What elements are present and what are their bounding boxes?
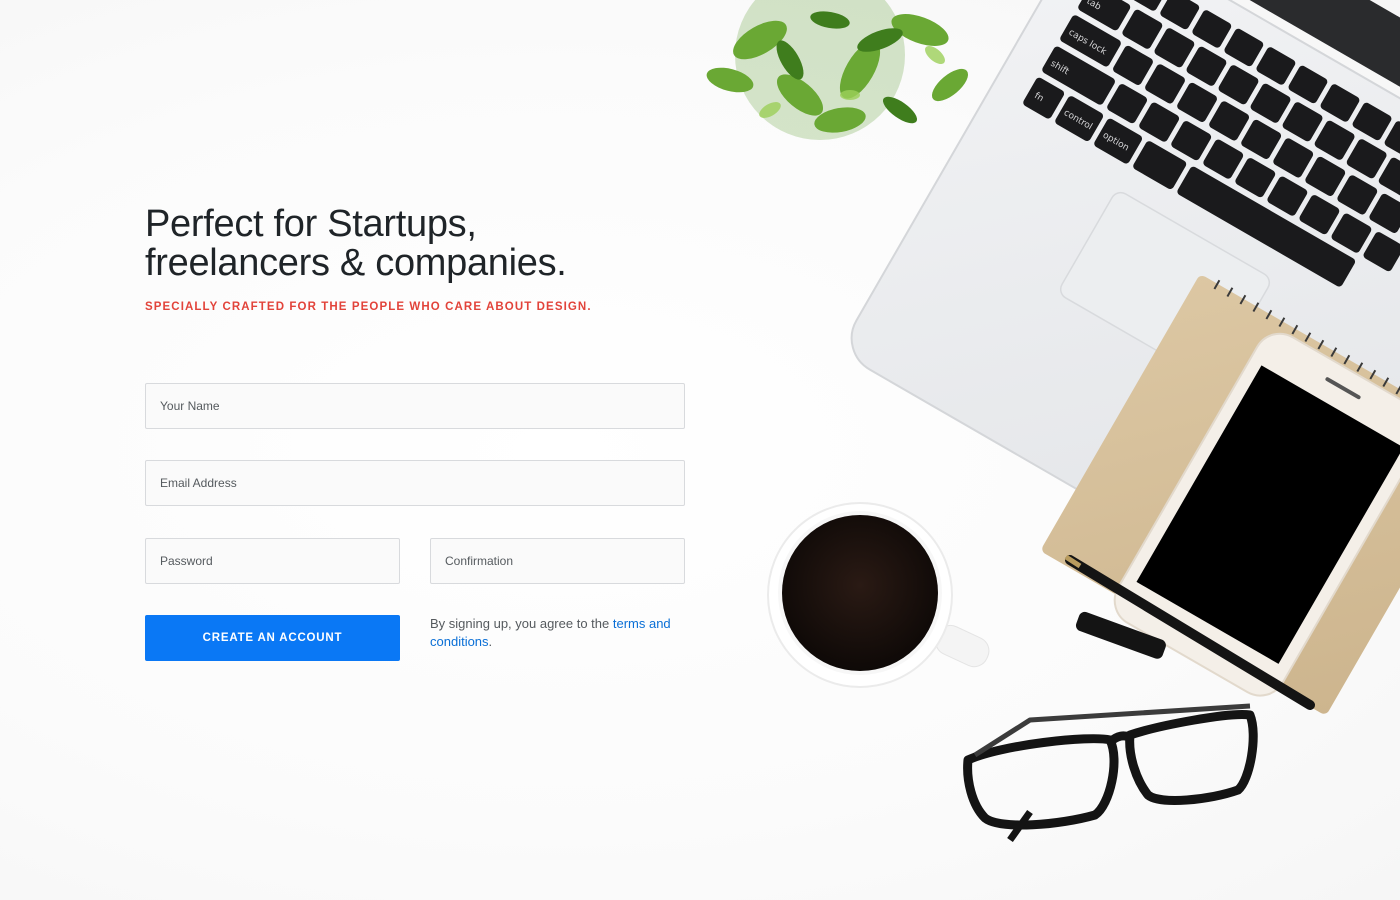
terms-prefix: By signing up, you agree to the bbox=[430, 616, 613, 631]
page-title: Perfect for Startups, freelancers & comp… bbox=[145, 205, 685, 283]
terms-suffix: . bbox=[488, 634, 493, 649]
headline-line-1: Perfect for Startups, bbox=[145, 203, 477, 245]
name-input[interactable] bbox=[145, 383, 685, 429]
eyeglasses-image bbox=[963, 703, 1258, 843]
password-input[interactable] bbox=[145, 538, 400, 584]
create-account-button[interactable]: CREATE AN ACCOUNT bbox=[145, 615, 400, 661]
plant-image bbox=[706, 0, 969, 140]
terms-notice: By signing up, you agree to the terms an… bbox=[430, 615, 690, 651]
email-input[interactable] bbox=[145, 460, 685, 506]
coffee-cup-image bbox=[767, 502, 990, 688]
tagline: SPECIALLY CRAFTED FOR THE PEOPLE WHO CAR… bbox=[145, 301, 592, 313]
headline-line-2: freelancers & companies. bbox=[145, 242, 567, 284]
signup-hero: Perfect for Startups, freelancers & comp… bbox=[145, 205, 685, 314]
signup-page: esc tab caps lock shift fn control optio… bbox=[0, 0, 1400, 900]
desk-photo: esc tab caps lock shift fn control optio… bbox=[706, 0, 1400, 843]
password-confirmation-input[interactable] bbox=[430, 538, 685, 584]
